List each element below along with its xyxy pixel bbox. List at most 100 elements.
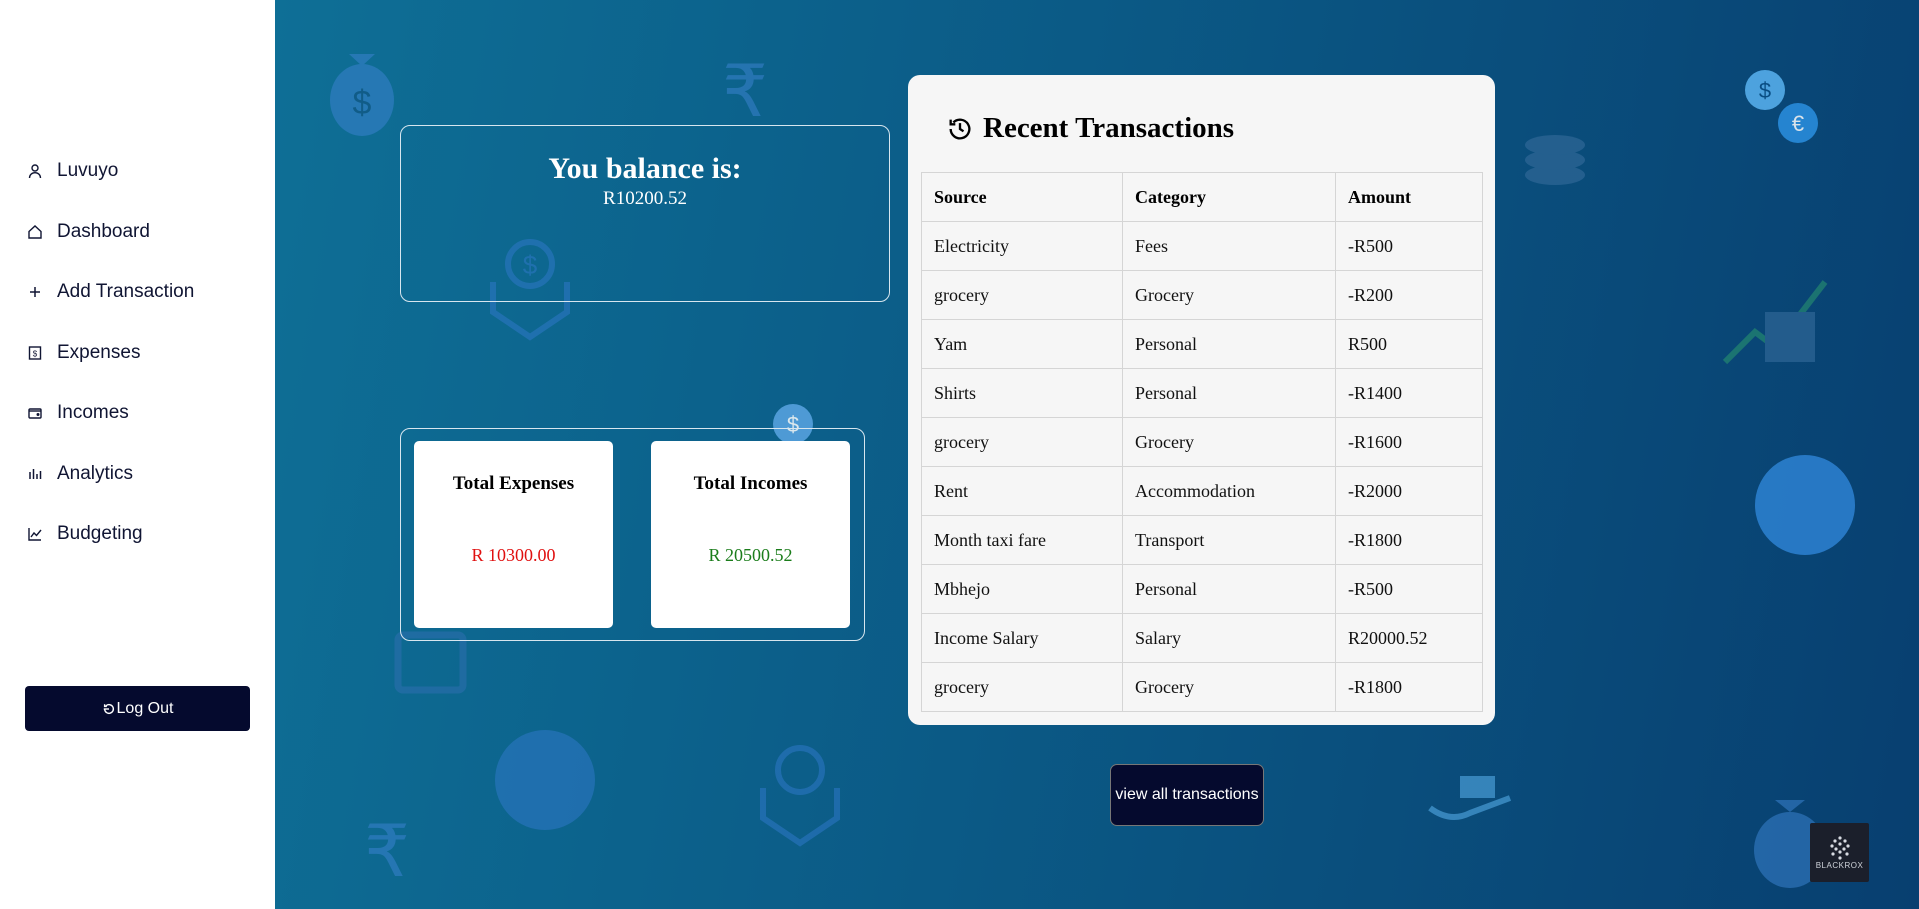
sidebar-item-budgeting[interactable]: Budgeting (26, 519, 194, 549)
cell-source: Income Salary (921, 613, 1123, 663)
view-all-transactions-button[interactable]: view all transactions (1110, 764, 1264, 826)
receipt-icon: $ (26, 344, 44, 362)
decor-circle (1755, 455, 1855, 555)
brand-label: BLACKROX (1815, 861, 1864, 870)
coins-icon (1525, 135, 1585, 185)
transactions-table: Source Category Amount Electricity Fees … (921, 172, 1483, 712)
currency-exchange-icon: $ € (1745, 70, 1818, 143)
sidebar-item-dashboard[interactable]: Dashboard (26, 217, 194, 247)
growth-chart-icon (1722, 280, 1828, 365)
table-row: Rent Accommodation -R2000 (921, 466, 1483, 516)
table-row: Income Salary Salary R20000.52 (921, 613, 1483, 663)
svg-text:₹: ₹ (722, 52, 768, 132)
logout-button[interactable]: Log Out (25, 686, 250, 731)
recent-transactions-title: Recent Transactions (983, 112, 1235, 144)
cell-category: Fees (1122, 221, 1336, 271)
sidebar-nav: Luvuyo Dashboard Add Transaction $ Expen… (26, 156, 194, 580)
sidebar-item-label: Analytics (57, 462, 134, 484)
cell-category: Personal (1122, 319, 1336, 369)
column-header-source: Source (921, 172, 1123, 222)
rupee-icon: ₹ (722, 52, 768, 132)
cell-amount: R20000.52 (1335, 613, 1483, 663)
sidebar-item-label: Expenses (57, 341, 141, 363)
sidebar-item-label: Dashboard (57, 220, 150, 242)
cell-category: Personal (1122, 368, 1336, 418)
sidebar-item-label: Incomes (57, 402, 129, 423)
wallet-icon (26, 404, 44, 422)
brand-logo: BLACKROX (1810, 823, 1869, 882)
column-header-category: Category (1122, 172, 1336, 222)
cell-amount: -R1600 (1335, 417, 1483, 467)
cell-source: grocery (921, 417, 1123, 467)
recent-transactions-panel: Recent Transactions Source Category Amou… (908, 75, 1495, 725)
cell-source: grocery (921, 662, 1123, 712)
cell-source: grocery (921, 270, 1123, 320)
cell-amount: -R1800 (1335, 662, 1483, 712)
home-icon (26, 223, 44, 241)
table-row: Yam Personal R500 (921, 319, 1483, 369)
cell-category: Grocery (1122, 270, 1336, 320)
total-expenses-label: Total Expenses (452, 473, 575, 494)
user-icon (26, 162, 44, 180)
recent-transactions-header: Recent Transactions (946, 112, 1234, 145)
table-row: Shirts Personal -R1400 (921, 368, 1483, 418)
cell-amount: -R2000 (1335, 466, 1483, 516)
cell-source: Yam (921, 319, 1123, 369)
main-content: $ ₹ ₹ $ $ $ € You balance is: R10200.52 … (275, 0, 1919, 909)
sidebar-item-incomes[interactable]: Incomes (26, 398, 194, 428)
table-row: grocery Grocery -R1600 (921, 417, 1483, 467)
balance-title: You balance is: (548, 152, 742, 185)
plus-icon (26, 283, 44, 301)
money-bag-icon: $ (330, 54, 394, 136)
cell-source: Electricity (921, 221, 1123, 271)
total-incomes-label: Total Incomes (693, 473, 808, 494)
cell-amount: R500 (1335, 319, 1483, 369)
totals-container: Total Expenses R 10300.00 Total Incomes … (400, 428, 865, 641)
sidebar-item-label: Add Transaction (57, 281, 195, 302)
table-header-row: Source Category Amount (921, 172, 1483, 222)
logout-label: Log Out (116, 699, 174, 717)
svg-text:$: $ (353, 84, 372, 122)
cell-category: Accommodation (1122, 466, 1336, 516)
svg-text:$: $ (33, 349, 38, 358)
logout-icon (103, 703, 114, 714)
cell-category: Grocery (1122, 417, 1336, 467)
sidebar-item-profile[interactable]: Luvuyo (26, 156, 194, 186)
total-expenses-card: Total Expenses R 10300.00 (414, 441, 613, 628)
table-row: grocery Grocery -R200 (921, 270, 1483, 320)
cell-category: Transport (1122, 515, 1336, 565)
table-row: Electricity Fees -R500 (921, 221, 1483, 271)
hand-money-icon (1428, 776, 1512, 820)
balance-card: You balance is: R10200.52 (400, 125, 890, 302)
total-incomes-card: Total Incomes R 20500.52 (651, 441, 850, 628)
sidebar-item-analytics[interactable]: Analytics (26, 459, 194, 489)
sidebar-item-expenses[interactable]: $ Expenses (26, 338, 194, 368)
sidebar: Luvuyo Dashboard Add Transaction $ Expen… (0, 0, 275, 909)
line-chart-icon (26, 525, 44, 543)
blackrox-logo-icon (1829, 836, 1850, 860)
cell-amount: -R1800 (1335, 515, 1483, 565)
sidebar-item-label: Luvuyo (57, 160, 119, 181)
cell-source: Month taxi fare (921, 515, 1123, 565)
cell-amount: -R1400 (1335, 368, 1483, 418)
decor-circle (495, 730, 595, 830)
cell-category: Salary (1122, 613, 1336, 663)
rupee-icon: ₹ (364, 812, 410, 892)
cell-category: Personal (1122, 564, 1336, 614)
svg-text:€: € (1792, 111, 1804, 136)
history-icon (949, 118, 971, 140)
cell-source: Shirts (921, 368, 1123, 418)
sidebar-item-add-transaction[interactable]: Add Transaction (26, 277, 194, 307)
total-incomes-value: R 20500.52 (708, 545, 793, 565)
cell-amount: -R500 (1335, 221, 1483, 271)
cell-amount: -R500 (1335, 564, 1483, 614)
cell-category: Grocery (1122, 662, 1336, 712)
cell-source: Mbhejo (921, 564, 1123, 614)
sidebar-item-label: Budgeting (57, 523, 143, 544)
column-header-amount: Amount (1335, 172, 1483, 222)
cell-amount: -R200 (1335, 270, 1483, 320)
cell-source: Rent (921, 466, 1123, 516)
svg-text:$: $ (1759, 78, 1771, 103)
svg-text:₹: ₹ (364, 812, 410, 892)
hands-coin-icon (760, 745, 840, 847)
